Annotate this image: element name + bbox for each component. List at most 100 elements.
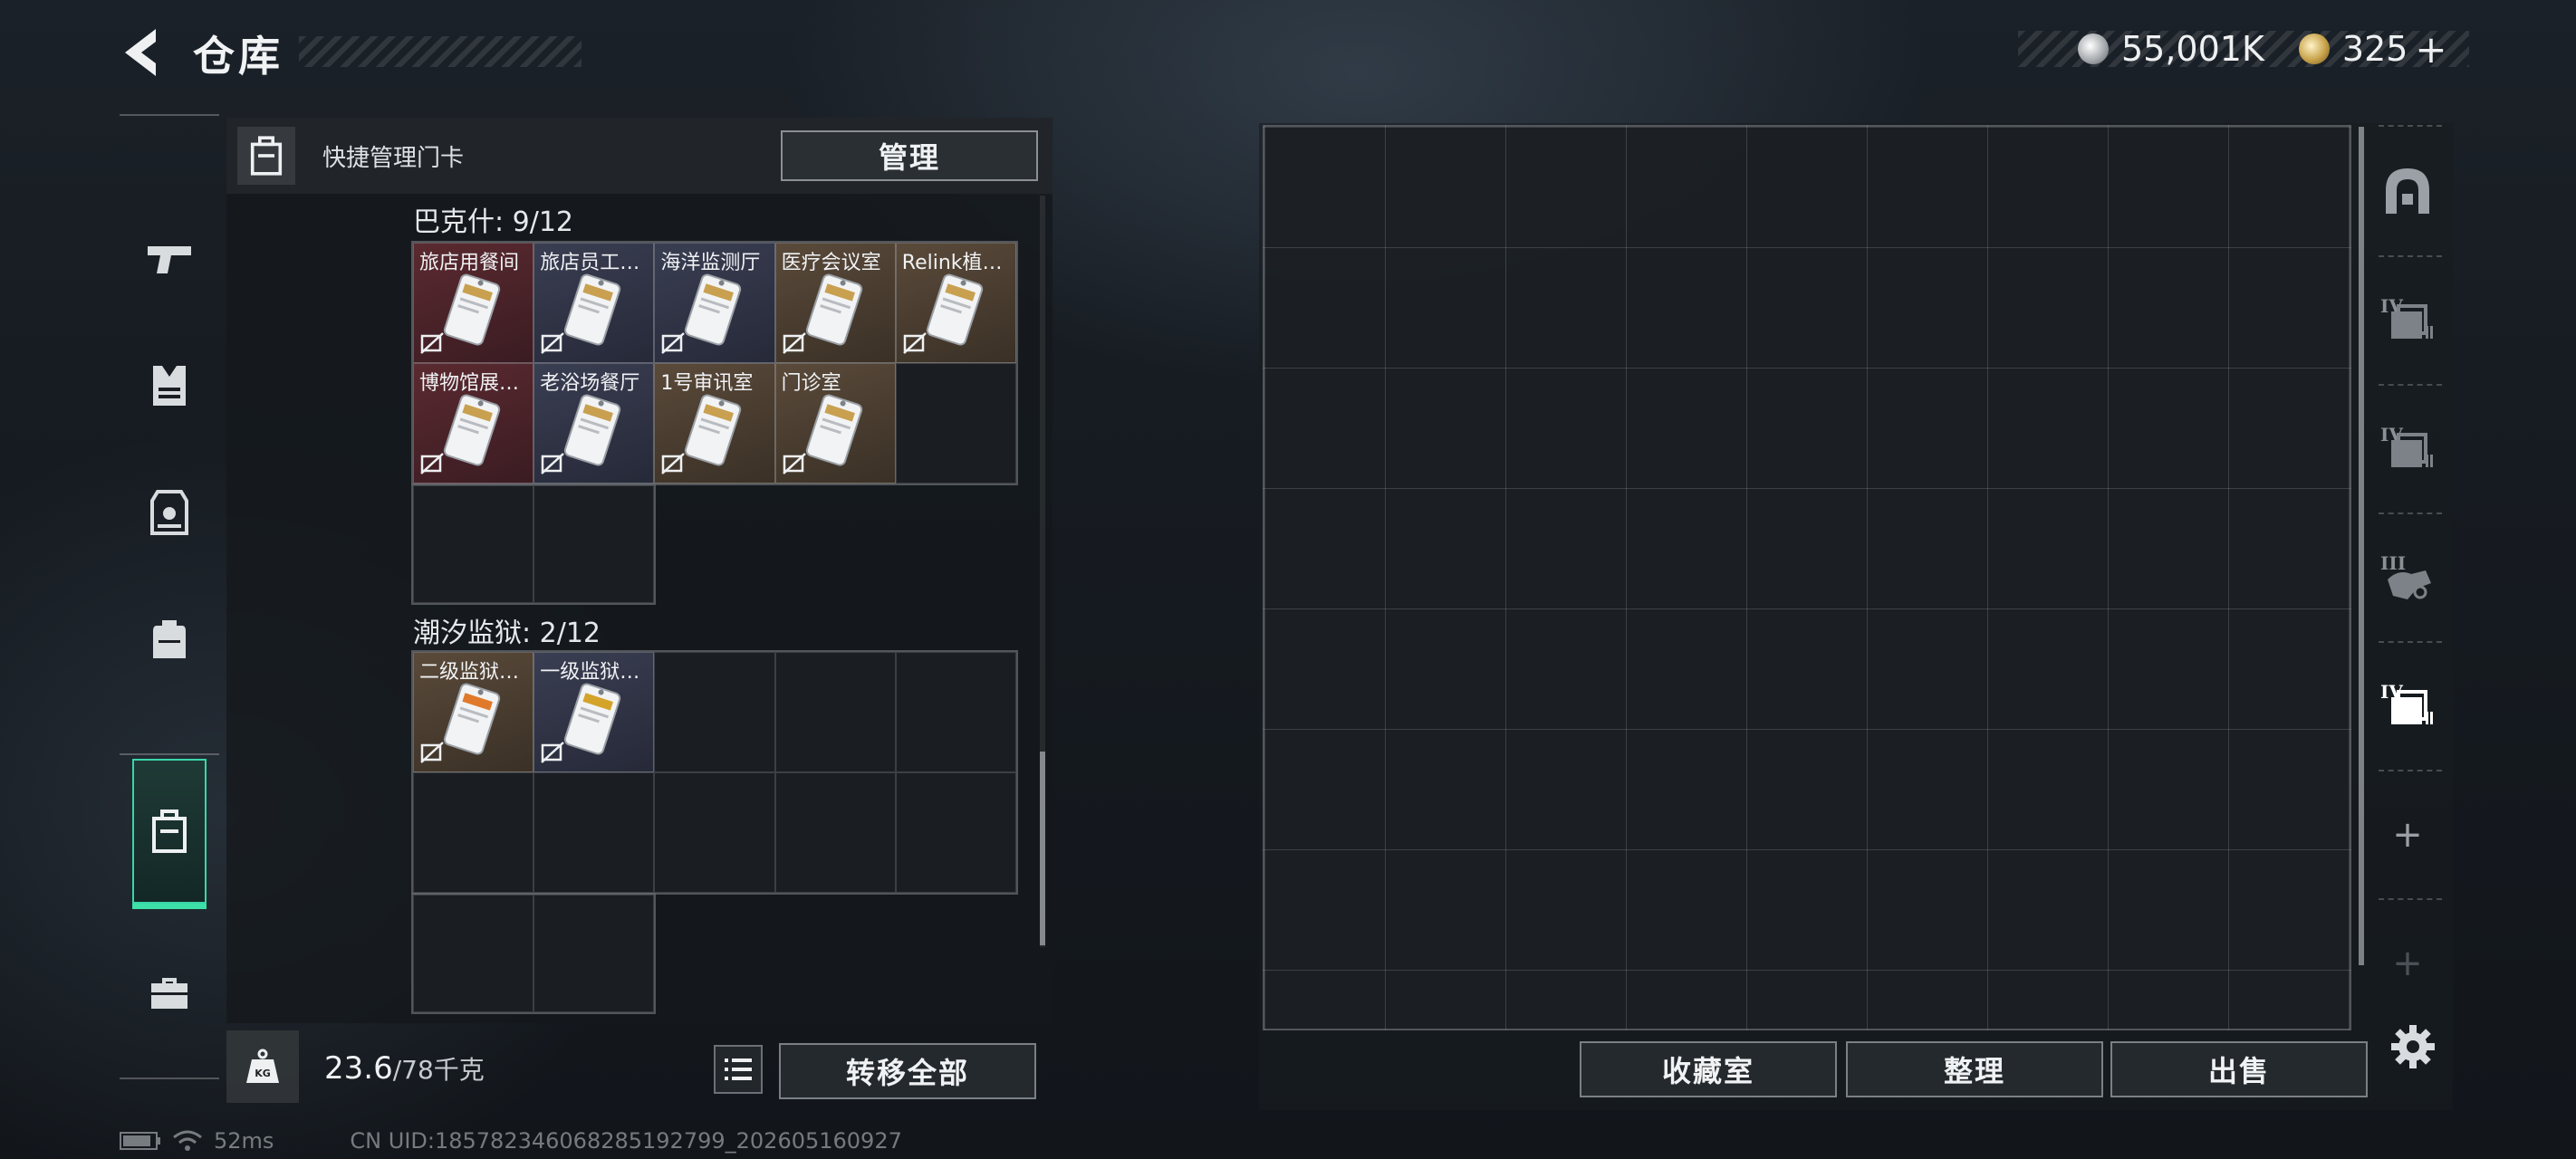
nav-toolbox[interactable] [132, 929, 207, 1056]
keycard-icon [805, 273, 862, 346]
keycard-icon [805, 394, 862, 466]
case-iv-icon: IV [2380, 424, 2435, 474]
empty-slot[interactable] [895, 363, 1016, 484]
keycard-icon [685, 394, 742, 466]
unbound-icon [902, 332, 927, 354]
carry-weight: 23.6/78千克 [324, 1050, 485, 1087]
inventory-scrollbar-thumb[interactable] [1040, 752, 1045, 945]
storage-tab-add-2[interactable]: + [2369, 909, 2446, 1018]
keycard-item[interactable]: Relink植… [895, 243, 1016, 363]
add-gold-button[interactable]: + [2415, 27, 2446, 72]
unbound-icon [541, 742, 565, 763]
keycard-item[interactable]: 旅店用餐间 [413, 243, 534, 363]
backpack-icon [153, 620, 186, 658]
nav-vest[interactable] [132, 322, 207, 449]
nav-armor[interactable] [132, 449, 207, 576]
empty-slot[interactable] [774, 652, 896, 772]
storage-tabs: IV IV III IV + + [2362, 123, 2447, 1029]
keycard-item[interactable]: 1号审讯室 [654, 363, 775, 484]
storage-tab-case-2[interactable]: IV [2369, 395, 2446, 503]
unbound-icon [420, 453, 444, 474]
keycard-icon [564, 273, 621, 346]
unbound-icon [661, 332, 686, 354]
group-label-tidal-prison: 潮汐监狱: 2/12 [413, 618, 601, 649]
storage-tab-case-3[interactable]: III [2369, 523, 2446, 632]
category-nav [120, 114, 219, 1079]
case-iii-icon: III [2380, 552, 2435, 603]
group-label-bakesh: 巴克什: 9/12 [413, 206, 574, 238]
gold-amount: 325 [2341, 29, 2408, 69]
page-title: 仓库 [193, 32, 284, 81]
manage-button[interactable]: 管理 [781, 130, 1038, 181]
battery-icon [120, 1132, 160, 1150]
keycard-grid-tidal-prison: 二级监狱… 一级监狱… [411, 650, 1018, 895]
keycard-icon [443, 273, 501, 346]
storage-tab-case-4-active[interactable]: IV [2369, 652, 2446, 761]
keycard-item[interactable]: 老浴场餐厅 [533, 363, 655, 484]
empty-slot[interactable] [654, 652, 775, 772]
keycard-item[interactable]: 海洋监测厅 [654, 243, 775, 363]
nav-weapons[interactable] [132, 196, 207, 322]
keycard-icon [926, 273, 983, 346]
gold-coin-icon [2298, 34, 2330, 64]
case-iv-icon: IV [2380, 681, 2435, 732]
empty-slot[interactable] [413, 772, 534, 893]
collection-room-button[interactable]: 收藏室 [1580, 1041, 1837, 1097]
list-view-button[interactable] [714, 1045, 763, 1094]
transfer-all-button[interactable]: 转移全部 [779, 1043, 1036, 1099]
currency-bar: 55,001K 325 + [2018, 27, 2469, 72]
empty-slot[interactable] [413, 485, 533, 603]
pistol-icon [148, 246, 191, 273]
carry-weight-current: 23.6 [324, 1050, 393, 1087]
unbound-icon [782, 453, 806, 474]
storage-grid[interactable] [1263, 125, 2351, 1030]
keycard-item[interactable]: 博物馆展… [413, 363, 534, 484]
armor-plate-icon [150, 490, 188, 535]
keycard-grid-bakesh: 旅店用餐间 旅店员工… 海洋监测厅 医疗会议室 Relink植… 博物馆展… 老浴场餐厅 1号… [411, 241, 1018, 485]
storage-tab-home[interactable] [2369, 136, 2446, 244]
keycard-item[interactable]: 一级监狱… [533, 652, 655, 772]
keycard-item[interactable]: 医疗会议室 [774, 243, 896, 363]
storage-tab-case-1[interactable]: IV [2369, 266, 2446, 375]
empty-slot[interactable] [533, 485, 654, 603]
sell-button[interactable]: 出售 [2110, 1041, 2368, 1097]
settings-button[interactable] [2388, 1021, 2438, 1072]
unbound-icon [420, 742, 444, 763]
silver-amount: 55,001K [2121, 29, 2264, 69]
svg-text:KG: KG [255, 1068, 271, 1079]
nav-backpack[interactable] [132, 576, 207, 703]
keycard-icon [685, 273, 742, 346]
back-button[interactable] [120, 25, 167, 80]
title-decoration [299, 36, 582, 67]
empty-slot[interactable] [774, 772, 896, 893]
empty-slot[interactable] [533, 772, 655, 893]
unbound-icon [541, 332, 565, 354]
keycard-case-header-icon [237, 127, 295, 185]
unbound-icon [782, 332, 806, 354]
list-icon [725, 1058, 752, 1080]
wifi-icon [173, 1130, 202, 1151]
silver-coin-icon [2078, 34, 2109, 64]
ping-text: 52ms [214, 1128, 274, 1154]
empty-slot[interactable] [654, 772, 775, 893]
keycard-item[interactable]: 旅店员工… [533, 243, 655, 363]
keycard-case-icon [152, 809, 187, 853]
unbound-icon [541, 453, 565, 474]
nav-keycard-case[interactable] [132, 759, 207, 909]
storage-tab-add-1[interactable]: + [2369, 781, 2446, 889]
status-bar: 52ms CN UID:185782346068285192799_202605… [120, 1128, 902, 1154]
organize-button[interactable]: 整理 [1846, 1041, 2103, 1097]
plus-icon: + [2392, 814, 2423, 856]
empty-slot[interactable] [533, 895, 654, 1012]
keycard-icon [564, 683, 621, 755]
uid-text: CN UID:185782346068285192799_20260516092… [350, 1128, 902, 1154]
empty-slot[interactable] [413, 895, 533, 1012]
back-arrow-icon [125, 29, 156, 76]
empty-slot[interactable] [895, 652, 1016, 772]
unbound-icon [420, 332, 444, 354]
gear-icon [2391, 1025, 2435, 1068]
inventory-header-label: 快捷管理门卡 [322, 145, 465, 172]
empty-slot[interactable] [895, 772, 1016, 893]
keycard-item[interactable]: 二级监狱… [413, 652, 534, 772]
keycard-item[interactable]: 门诊室 [774, 363, 896, 484]
